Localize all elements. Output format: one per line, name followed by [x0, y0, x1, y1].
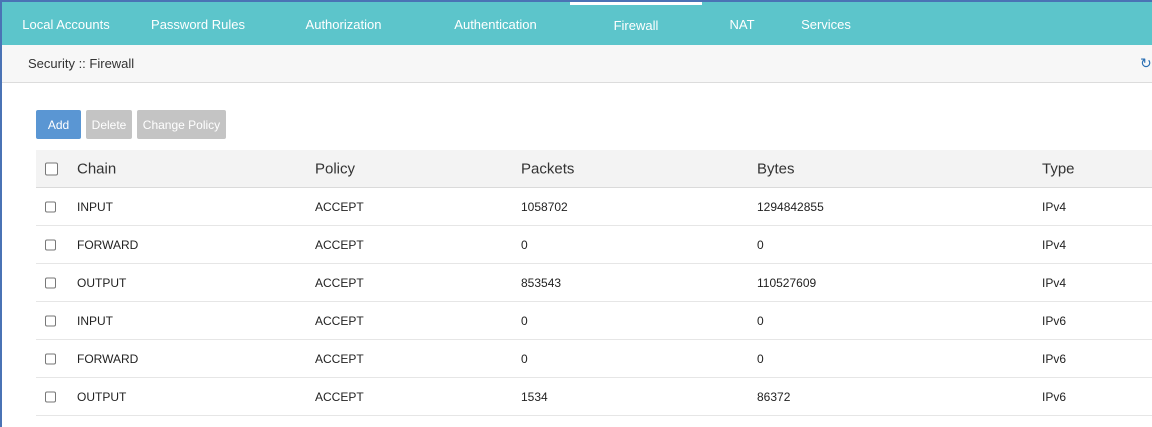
bytes-cell: 86372: [757, 389, 791, 404]
tab-authentication[interactable]: Authentication: [421, 2, 570, 45]
row-checkbox[interactable]: [45, 391, 56, 402]
tab-authorization[interactable]: Authorization: [266, 2, 421, 45]
policy-cell: ACCEPT: [315, 275, 364, 290]
chain-link[interactable]: FORWARD: [77, 352, 138, 366]
table-row: FORWARD ACCEPT 0 0 IPv6: [36, 340, 1152, 378]
tab-local-accounts[interactable]: Local Accounts: [2, 2, 130, 45]
table-row: FORWARD ACCEPT 0 0 IPv4: [36, 226, 1152, 264]
delete-button[interactable]: Delete: [86, 110, 132, 139]
add-button[interactable]: Add: [36, 110, 81, 139]
bytes-cell: 1294842855: [757, 199, 824, 214]
tab-nat[interactable]: NAT: [702, 2, 782, 45]
packets-cell: 1058702: [521, 199, 568, 214]
row-checkbox[interactable]: [45, 277, 56, 288]
table-header: Chain Policy Packets Bytes Type: [36, 150, 1152, 188]
refresh-icon[interactable]: ↻: [1140, 55, 1152, 72]
tab-firewall[interactable]: Firewall: [570, 2, 702, 45]
policy-cell: ACCEPT: [315, 389, 364, 404]
row-checkbox[interactable]: [45, 353, 56, 364]
table-row: OUTPUT ACCEPT 853543 110527609 IPv4: [36, 264, 1152, 302]
policy-cell: ACCEPT: [315, 351, 364, 366]
bytes-cell: 0: [757, 351, 764, 366]
breadcrumb: Security :: Firewall: [28, 56, 135, 71]
row-checkbox[interactable]: [45, 315, 56, 326]
table-row: OUTPUT ACCEPT 1534 86372 IPv6: [36, 378, 1152, 416]
packets-cell: 0: [521, 351, 528, 366]
type-cell: IPv6: [1042, 313, 1067, 328]
policy-cell: ACCEPT: [315, 313, 364, 328]
type-cell: IPv4: [1042, 199, 1067, 214]
chain-link[interactable]: INPUT: [77, 314, 113, 328]
tab-password-rules[interactable]: Password Rules: [130, 2, 266, 45]
toolbar: Add Delete Change Policy: [36, 110, 226, 139]
top-nav: Local Accounts Password Rules Authorizat…: [2, 2, 1152, 45]
type-cell: IPv6: [1042, 351, 1067, 366]
select-all-checkbox[interactable]: [45, 162, 58, 175]
firewall-table: Chain Policy Packets Bytes Type INPUT AC…: [36, 150, 1152, 416]
header-type: Type: [1042, 160, 1075, 177]
breadcrumb-bar: Security :: Firewall ↻: [2, 45, 1152, 83]
header-packets: Packets: [521, 160, 575, 177]
change-policy-button[interactable]: Change Policy: [137, 110, 226, 139]
chain-link[interactable]: OUTPUT: [77, 276, 126, 290]
header-chain: Chain: [77, 160, 117, 177]
chain-link[interactable]: FORWARD: [77, 238, 138, 252]
table-row: INPUT ACCEPT 1058702 1294842855 IPv4: [36, 188, 1152, 226]
row-checkbox[interactable]: [45, 239, 56, 250]
packets-cell: 853543: [521, 275, 562, 290]
policy-cell: ACCEPT: [315, 237, 364, 252]
header-bytes: Bytes: [757, 160, 795, 177]
row-checkbox[interactable]: [45, 201, 56, 212]
app-frame: Local Accounts Password Rules Authorizat…: [0, 0, 1152, 427]
packets-cell: 0: [521, 313, 528, 328]
type-cell: IPv4: [1042, 275, 1067, 290]
bytes-cell: 0: [757, 237, 764, 252]
bytes-cell: 0: [757, 313, 764, 328]
packets-cell: 1534: [521, 389, 548, 404]
chain-link[interactable]: OUTPUT: [77, 390, 126, 404]
table-row: INPUT ACCEPT 0 0 IPv6: [36, 302, 1152, 340]
tab-services[interactable]: Services: [782, 2, 870, 45]
bytes-cell: 110527609: [757, 275, 817, 290]
packets-cell: 0: [521, 237, 528, 252]
header-policy: Policy: [315, 160, 356, 177]
policy-cell: ACCEPT: [315, 199, 364, 214]
type-cell: IPv4: [1042, 237, 1067, 252]
chain-link[interactable]: INPUT: [77, 200, 113, 214]
type-cell: IPv6: [1042, 389, 1067, 404]
